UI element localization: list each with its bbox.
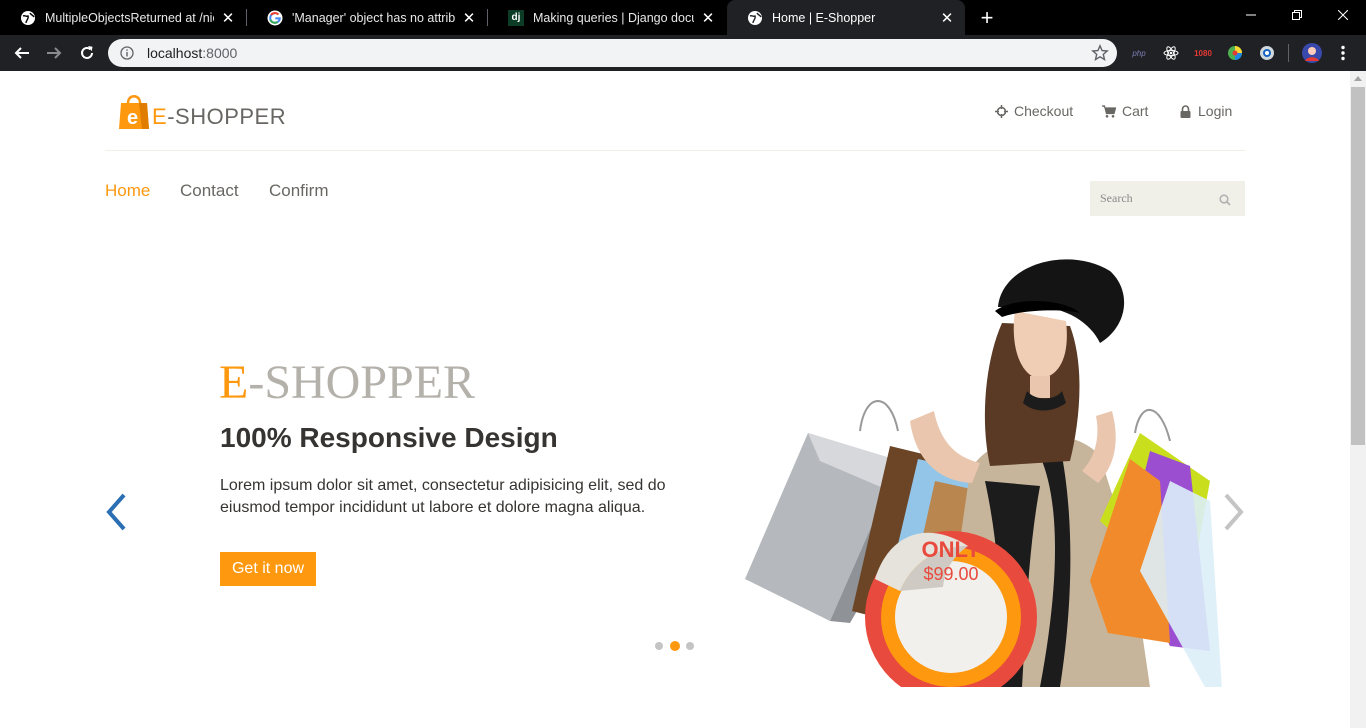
page: e E-SHOPPER Checkout Cart Login Home Con… (0, 71, 1350, 728)
login-link[interactable]: Login (1178, 103, 1232, 119)
logo[interactable]: e E-SHOPPER (118, 91, 286, 131)
browser-toolbar: localhost:8000 php 1080 (0, 35, 1366, 71)
browser-tab-4[interactable]: Home | E-Shopper ✕ (727, 0, 965, 35)
slide-subtitle: 100% Responsive Design (220, 422, 558, 453)
slider-next-button[interactable] (1222, 492, 1246, 532)
brand-initial: E (152, 104, 168, 129)
arrow-right-icon (47, 47, 62, 59)
address-bar[interactable]: localhost:8000 (108, 39, 1117, 67)
close-icon[interactable]: ✕ (700, 10, 716, 27)
slider-prev-button[interactable] (104, 492, 128, 532)
django-icon: dj (508, 9, 524, 26)
avatar[interactable] (1302, 43, 1322, 63)
cart-icon (1102, 104, 1116, 118)
lock-icon (1178, 104, 1192, 118)
close-icon[interactable]: ✕ (461, 10, 477, 27)
checkout-label: Checkout (1014, 103, 1074, 119)
info-icon[interactable] (119, 45, 135, 61)
bag-letter: e (127, 107, 138, 129)
kebab-menu-icon[interactable] (1336, 44, 1350, 62)
slider-dot-2[interactable] (670, 641, 680, 651)
php-extension-icon[interactable]: php (1130, 44, 1148, 62)
price-badge-only: ONLY (921, 537, 981, 562)
nav-home[interactable]: Home (105, 181, 150, 201)
restore-button[interactable] (1274, 0, 1320, 30)
search-box (1090, 181, 1245, 216)
circle-extension-icon[interactable] (1258, 44, 1276, 62)
slide-description: Lorem ipsum dolor sit amet, consectetur … (220, 477, 666, 516)
tab-title: MultipleObjectsReturned at /nior (45, 10, 214, 25)
arrow-left-icon (14, 47, 29, 59)
reload-button[interactable] (73, 39, 101, 67)
close-icon[interactable]: ✕ (220, 10, 236, 27)
cart-label: Cart (1122, 103, 1149, 119)
extension-1080-icon[interactable]: 1080 (1192, 44, 1214, 62)
header-divider (105, 150, 1245, 151)
close-icon[interactable]: ✕ (939, 10, 955, 27)
scroll-up-icon[interactable] (1354, 76, 1362, 81)
url-host: localhost (147, 45, 203, 61)
globe-icon (747, 10, 763, 26)
hero-image (745, 259, 1222, 687)
url-text: localhost:8000 (147, 45, 237, 61)
search-input[interactable] (1090, 181, 1210, 216)
chevron-left-icon (106, 493, 126, 531)
price-badge-amount: $99.00 (923, 564, 979, 584)
window-close-button[interactable] (1320, 0, 1366, 30)
tab-title: 'Manager' object has no attribute (292, 10, 455, 25)
reload-icon (81, 46, 93, 59)
browser-tabstrip: MultipleObjectsReturned at /nior ✕ 'Mana… (0, 0, 1366, 35)
minimize-icon (1246, 14, 1256, 16)
slide-title-initial: E (219, 356, 249, 409)
nav-contact[interactable]: Contact (180, 181, 239, 201)
new-tab-button[interactable]: + (975, 5, 999, 30)
slider-dot-3[interactable] (686, 642, 694, 650)
colorful-extension-icon[interactable] (1226, 44, 1244, 62)
globe-icon (20, 10, 36, 26)
search-icon[interactable] (1219, 193, 1231, 206)
nav-confirm[interactable]: Confirm (269, 181, 329, 201)
brand-rest: -SHOPPER (167, 104, 287, 129)
google-icon (267, 10, 283, 26)
checkout-link[interactable]: Checkout (994, 103, 1073, 119)
tab-title: Home | E-Shopper (772, 10, 876, 25)
scrollbar[interactable] (1350, 71, 1366, 728)
browser-tab-1[interactable]: MultipleObjectsReturned at /nior ✕ (0, 0, 246, 35)
url-port: :8000 (202, 45, 238, 61)
slide-title: E-SHOPPER (219, 359, 475, 407)
minimize-button[interactable] (1228, 0, 1274, 30)
shopping-bag-logo-icon: e (119, 95, 149, 129)
close-icon (1338, 10, 1348, 20)
chevron-right-icon (1224, 493, 1244, 531)
slide-title-rest: -SHOPPER (248, 356, 476, 409)
back-button[interactable] (8, 39, 36, 67)
browser-tab-3[interactable]: dj Making queries | Django docume ✕ (488, 0, 726, 35)
brand-name: E-SHOPPER (152, 104, 286, 130)
tab-title: Making queries | Django docume (533, 10, 694, 25)
scrollbar-thumb[interactable] (1351, 87, 1365, 445)
forward-button[interactable] (40, 39, 68, 67)
restore-icon (1292, 10, 1302, 20)
toolbar-divider (1288, 44, 1289, 62)
login-label: Login (1198, 103, 1233, 119)
cart-link[interactable]: Cart (1102, 103, 1148, 119)
star-icon[interactable] (1091, 44, 1109, 62)
react-icon[interactable] (1162, 44, 1180, 62)
browser-tab-2[interactable]: 'Manager' object has no attribute ✕ (247, 0, 487, 35)
slider-dot-1[interactable] (655, 642, 663, 650)
crosshairs-icon (994, 104, 1008, 118)
get-it-now-button[interactable]: Get it now (220, 552, 316, 586)
